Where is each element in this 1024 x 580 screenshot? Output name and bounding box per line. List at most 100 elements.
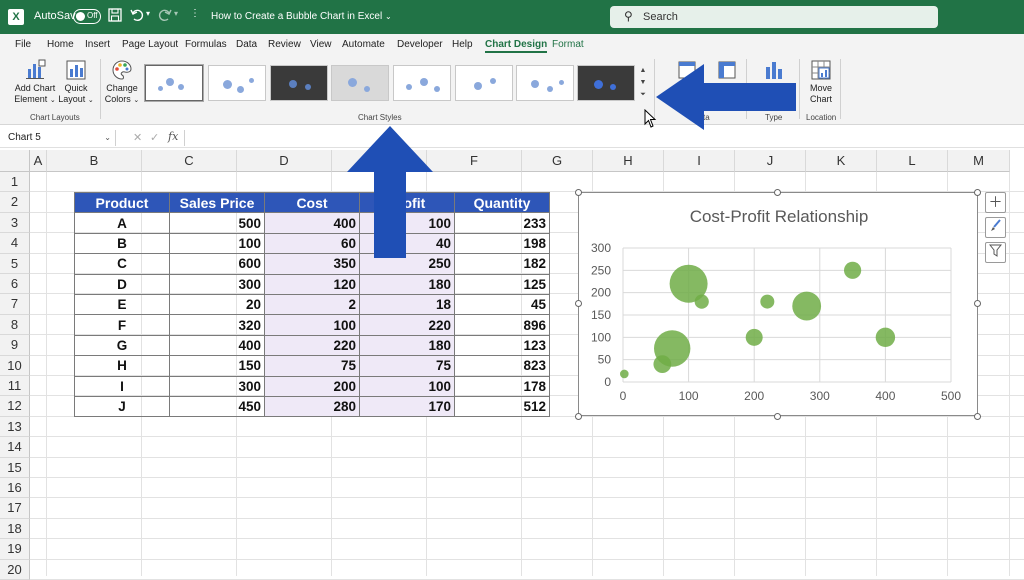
table-cell[interactable]: 178 [454,375,550,397]
chart-style-2[interactable] [208,65,266,101]
tab-format[interactable]: Format [552,39,584,50]
column-header-j[interactable]: J [735,150,806,172]
row-header-8[interactable]: 8 [0,314,30,336]
table-cell[interactable]: 512 [454,395,550,418]
tab-file[interactable]: File [15,39,31,50]
table-cell[interactable]: G [74,334,170,357]
table-cell[interactable]: 170 [359,395,455,418]
table-cell[interactable]: C [74,253,170,275]
table-cell[interactable]: 100 [264,314,360,336]
table-cell[interactable]: 320 [169,314,265,336]
table-cell[interactable]: 18 [359,293,455,316]
row-header-7[interactable]: 7 [0,294,30,315]
table-cell[interactable]: F [74,314,170,336]
table-cell[interactable]: 100 [169,232,265,255]
table-cell[interactable]: H [74,355,170,377]
header-product[interactable]: Product [74,191,170,214]
table-cell[interactable]: 220 [264,334,360,357]
tab-help[interactable]: Help [452,39,473,50]
column-header-c[interactable]: C [142,150,237,172]
save-icon[interactable] [108,8,122,25]
redo-icon[interactable] [158,8,172,25]
chart-filters-button[interactable] [985,242,1006,263]
bubble-point[interactable] [669,264,708,303]
column-header-i[interactable]: I [664,150,735,172]
table-cell[interactable]: 500 [169,212,265,234]
quick-layout-button[interactable]: Quick Layout ⌄ [58,59,94,106]
row-header-16[interactable]: 16 [0,478,30,499]
bubble-point[interactable] [844,261,862,279]
undo-icon[interactable] [130,8,144,25]
tab-chart-design[interactable]: Chart Design [485,39,548,53]
table-cell[interactable]: 100 [359,375,455,397]
table-cell[interactable]: 182 [454,253,550,275]
tab-review[interactable]: Review [268,39,301,50]
table-cell[interactable]: A [74,212,170,234]
table-cell[interactable]: E [74,293,170,316]
tab-insert[interactable]: Insert [85,39,110,50]
table-cell[interactable]: 2 [264,293,360,316]
table-cell[interactable]: 123 [454,334,550,357]
row-header-12[interactable]: 12 [0,396,30,417]
tab-automate[interactable]: Automate [342,39,385,50]
table-cell[interactable]: J [74,395,170,418]
table-cell[interactable]: I [74,375,170,397]
column-header-h[interactable]: H [593,150,664,172]
document-title[interactable]: How to Create a Bubble Chart in Excel ⌄ [211,11,392,22]
insert-function-button[interactable]: fx [168,130,178,143]
chart-style-3[interactable] [270,65,328,101]
enter-icon[interactable]: ✓ [150,131,159,144]
resize-handle[interactable] [575,413,582,420]
chart-elements-button[interactable]: ＋ [985,192,1006,213]
row-header-18[interactable]: 18 [0,518,30,540]
table-cell[interactable]: 45 [454,293,550,316]
table-cell[interactable]: 125 [454,273,550,295]
table-cell[interactable]: 896 [454,314,550,336]
row-header-6[interactable]: 6 [0,274,30,295]
name-box[interactable]: Chart 5 ⌄ [3,130,116,146]
resize-handle[interactable] [774,189,781,196]
resize-handle[interactable] [774,413,781,420]
row-header-9[interactable]: 9 [0,335,30,356]
bubble-point[interactable] [654,330,691,367]
change-colors-button[interactable]: Change Colors ⌄ [104,59,140,106]
column-header-m[interactable]: M [948,150,1010,172]
bubble-point[interactable] [792,291,822,321]
tab-developer[interactable]: Developer [397,39,443,50]
table-cell[interactable]: 233 [454,212,550,234]
chart-style-6[interactable] [455,65,513,101]
column-header-k[interactable]: K [806,150,877,172]
resize-handle[interactable] [575,300,582,307]
table-cell[interactable]: 220 [359,314,455,336]
table-cell[interactable]: 450 [169,395,265,418]
table-cell[interactable]: 150 [169,355,265,377]
resize-handle[interactable] [974,189,981,196]
table-cell[interactable]: 75 [264,355,360,377]
row-header-17[interactable]: 17 [0,498,30,519]
bubble-point[interactable] [875,327,896,348]
table-cell[interactable]: 180 [359,334,455,357]
tab-formulas[interactable]: Formulas [185,39,227,50]
table-cell[interactable]: 120 [264,273,360,295]
row-header-2[interactable]: 2 [0,192,30,213]
table-cell[interactable]: 300 [169,273,265,295]
row-header-15[interactable]: 15 [0,457,30,478]
chart-style-8[interactable] [577,65,635,101]
cancel-icon[interactable]: ✕ [133,131,142,144]
header-sales-price[interactable]: Sales Price [169,191,265,214]
row-header-10[interactable]: 10 [0,355,30,376]
row-header-13[interactable]: 13 [0,416,30,438]
column-header-b[interactable]: B [47,150,142,172]
table-cell[interactable]: B [74,232,170,255]
chart-title[interactable]: Cost-Profit Relationship [690,207,869,226]
column-header-l[interactable]: L [877,150,948,172]
row-header-5[interactable]: 5 [0,253,30,274]
chart-styles-more-button[interactable]: ▲ ▼ ⏷ [637,65,649,103]
tab-data[interactable]: Data [236,39,257,50]
row-header-4[interactable]: 4 [0,233,30,254]
chart-style-1[interactable] [145,65,203,101]
select-all-button[interactable] [0,150,30,172]
column-header-g[interactable]: G [522,150,593,172]
row-header-11[interactable]: 11 [0,376,30,397]
chart-styles-brush-button[interactable] [985,217,1006,238]
